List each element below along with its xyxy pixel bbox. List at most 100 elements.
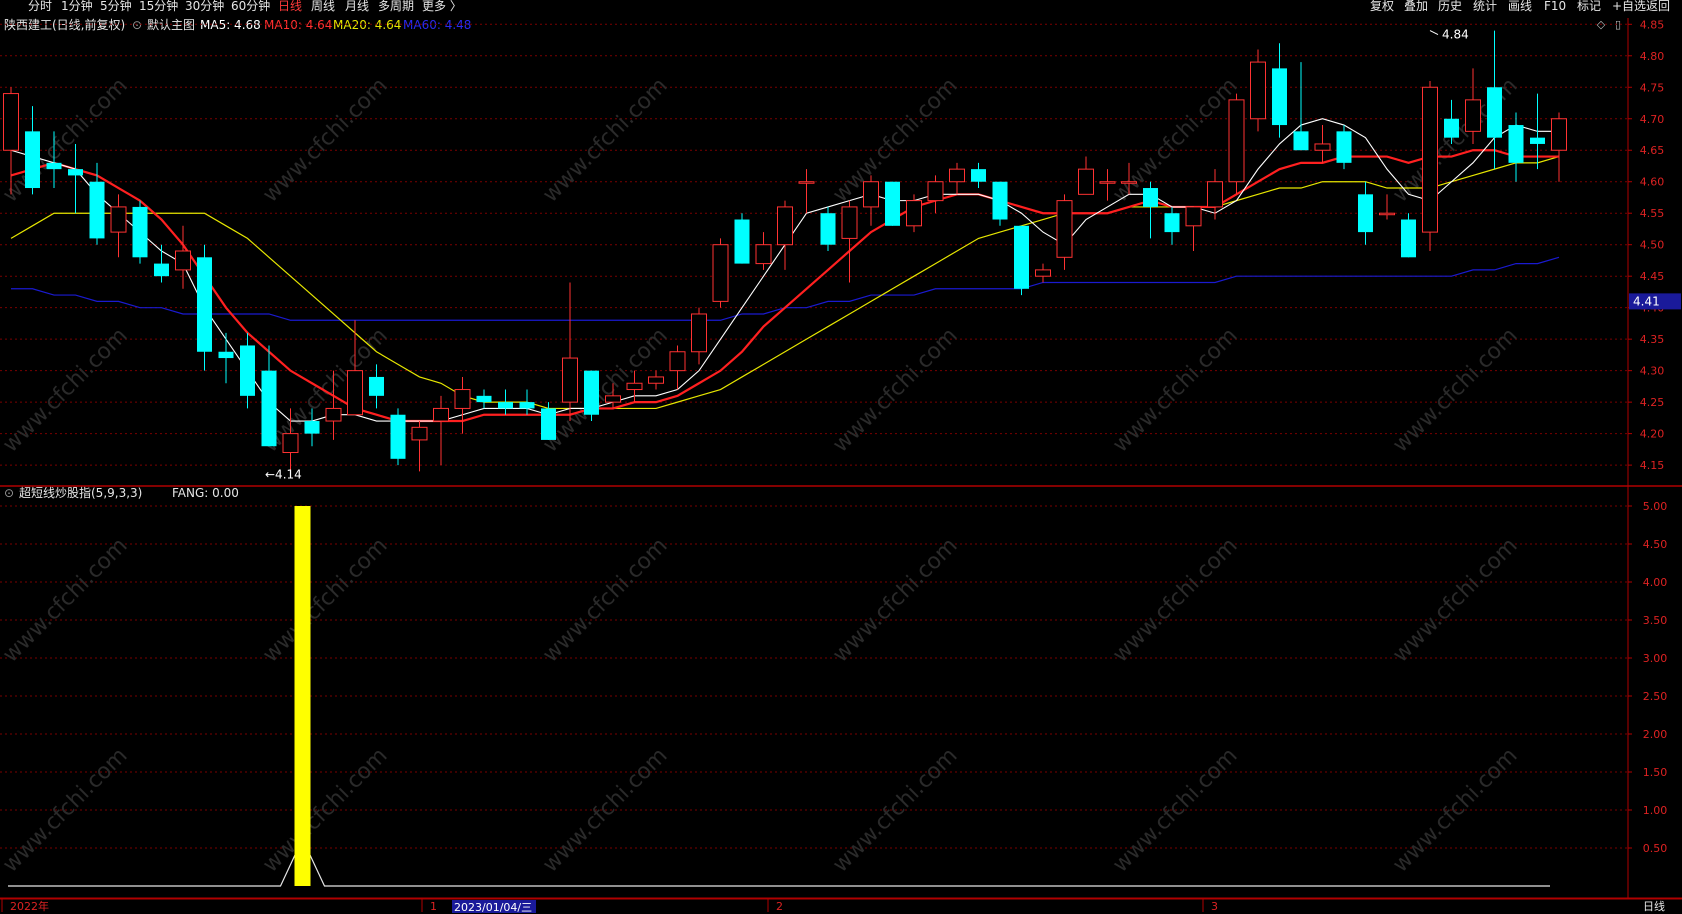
candle-body xyxy=(261,370,277,447)
watermark: www.cfchi.com xyxy=(0,73,133,207)
price-axis-label: 4.35 xyxy=(1640,333,1665,346)
candle-body xyxy=(46,162,62,170)
price-axis-label: 4.20 xyxy=(1640,428,1665,441)
indicator-axis-label: 2.00 xyxy=(1643,728,1668,741)
candle-body xyxy=(1530,137,1545,144)
indicator-axis-label: 0.50 xyxy=(1643,842,1668,855)
candle-body xyxy=(25,131,40,189)
period-label: 日线 xyxy=(1643,899,1665,913)
candle-body xyxy=(1164,213,1180,233)
price-axis-label: 4.45 xyxy=(1640,270,1665,283)
candle-body xyxy=(68,169,83,176)
candle-body xyxy=(885,181,900,226)
candle-body xyxy=(755,244,772,265)
candle-body xyxy=(282,433,299,454)
indicator-axis-label: 3.00 xyxy=(1643,652,1668,665)
candle-body xyxy=(390,414,406,459)
candle-body xyxy=(369,376,384,396)
candle-body xyxy=(734,219,750,264)
indicator-axis-label: 1.00 xyxy=(1643,804,1668,817)
candle-body xyxy=(325,407,342,422)
indicator-axis-label: 2.50 xyxy=(1643,690,1668,703)
candle-body xyxy=(841,206,858,239)
candle-body xyxy=(691,313,707,353)
candle-body xyxy=(777,206,793,246)
watermark: www.cfchi.com xyxy=(538,323,672,457)
candle-body xyxy=(971,169,986,182)
candle-body xyxy=(541,408,556,440)
candle-body xyxy=(669,351,686,372)
candle-body xyxy=(949,168,965,183)
watermark: www.cfchi.com xyxy=(538,533,672,667)
candle-body xyxy=(1035,269,1051,277)
candle-body xyxy=(1272,68,1287,126)
candle-body xyxy=(498,402,513,409)
candle-body xyxy=(1487,87,1502,138)
candle-body xyxy=(175,250,191,271)
candle-body xyxy=(1444,118,1459,138)
candle-body xyxy=(197,257,212,352)
candle-body xyxy=(154,263,169,277)
price-axis-label: 4.30 xyxy=(1640,365,1665,378)
candle-body xyxy=(1551,118,1567,151)
indicator-axis-label: 5.00 xyxy=(1643,500,1668,513)
candle-body xyxy=(992,181,1008,220)
candle-body xyxy=(110,206,127,233)
watermark: www.cfchi.com xyxy=(258,73,392,207)
stock-chart[interactable]: 4.854.804.754.704.654.604.554.504.454.40… xyxy=(0,0,1682,914)
candle-body xyxy=(1508,125,1524,163)
watermark: www.cfchi.com xyxy=(1108,743,1242,877)
watermark: www.cfchi.com xyxy=(1388,323,1522,457)
price-axis-label: 4.70 xyxy=(1640,113,1665,126)
candle-body xyxy=(476,395,492,403)
candle-body xyxy=(347,370,363,416)
price-axis-label: 4.65 xyxy=(1640,144,1665,157)
price-axis-label: 4.85 xyxy=(1640,18,1665,31)
candle-body xyxy=(3,93,19,151)
watermark: www.cfchi.com xyxy=(0,533,133,667)
high-marker xyxy=(1429,30,1439,36)
price-axis-label: 4.75 xyxy=(1640,81,1665,94)
candle-body xyxy=(648,376,664,384)
indicator-line xyxy=(8,837,1550,887)
candle-body xyxy=(1056,200,1073,258)
candle-body xyxy=(304,421,320,434)
watermark: www.cfchi.com xyxy=(1108,323,1242,457)
candle-body xyxy=(605,395,621,403)
candle-body xyxy=(906,200,922,227)
watermark: www.cfchi.com xyxy=(538,743,672,877)
watermark: www.cfchi.com xyxy=(828,743,962,877)
candle-body xyxy=(1207,181,1223,208)
candle-body xyxy=(1379,212,1395,216)
candle-body xyxy=(1250,61,1266,120)
watermark: www.cfchi.com xyxy=(0,743,133,877)
candle-body xyxy=(1465,99,1481,132)
current-price-label: 4.41 xyxy=(1633,294,1660,308)
candle-body xyxy=(1401,219,1416,258)
candle-body xyxy=(626,382,643,391)
watermark: www.cfchi.com xyxy=(1108,533,1242,667)
candle-body xyxy=(433,407,449,422)
candle-body xyxy=(132,206,148,258)
candle-body xyxy=(584,370,599,415)
watermark: www.cfchi.com xyxy=(258,533,392,667)
candle-body xyxy=(454,389,471,409)
indicator-axis-label: 4.00 xyxy=(1643,576,1668,589)
candle-body xyxy=(1358,194,1373,233)
watermark: www.cfchi.com xyxy=(1388,743,1522,877)
price-axis-label: 4.15 xyxy=(1640,459,1665,472)
time-axis-label: 2 xyxy=(776,900,783,913)
candle-body xyxy=(927,181,944,202)
candle-body xyxy=(1099,181,1116,184)
indicator-axis-label: 4.50 xyxy=(1643,538,1668,551)
candle-body xyxy=(798,181,815,184)
candle-body xyxy=(1422,86,1438,233)
indicator-axis-label: 3.50 xyxy=(1643,614,1668,627)
candle-body xyxy=(1121,181,1137,184)
candle-body xyxy=(1314,143,1331,151)
high-price-label: 4.84 xyxy=(1442,28,1469,42)
indicator-bar xyxy=(294,506,311,886)
candle-body xyxy=(863,181,879,208)
candle-body xyxy=(1078,168,1094,195)
watermark: www.cfchi.com xyxy=(258,743,392,877)
